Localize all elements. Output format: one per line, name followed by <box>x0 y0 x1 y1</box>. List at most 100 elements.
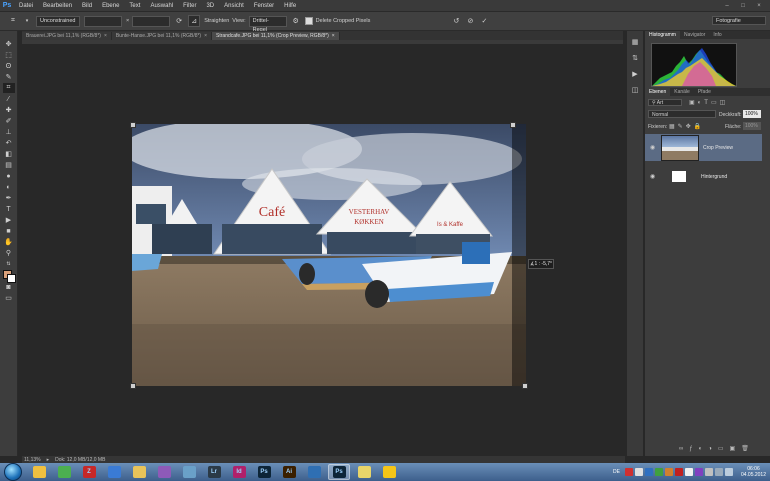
ratio-select[interactable]: Unconstrained <box>36 15 80 27</box>
taskbar-app-blue-button[interactable] <box>303 464 325 480</box>
stamp-tool-icon[interactable]: ⊥ <box>3 127 15 137</box>
path-select-tool-icon[interactable]: ▶ <box>3 215 15 225</box>
crop-tool-icon[interactable]: ⌗ <box>8 16 18 26</box>
taskbar-app-tools-button[interactable] <box>178 464 200 480</box>
tray-app-icon[interactable] <box>664 468 673 476</box>
eraser-tool-icon[interactable]: ◧ <box>3 149 15 159</box>
maximize-button[interactable]: □ <box>738 2 748 10</box>
taskbar-explorer-button[interactable] <box>28 464 50 480</box>
taskbar-photoshop-active-button[interactable]: Ps <box>328 464 350 480</box>
layer-row-hintergrund[interactable]: ◉ Hintergrund <box>645 163 762 190</box>
workspace-select[interactable]: Fotografie <box>712 16 766 25</box>
cancel-icon[interactable]: ⊘ <box>465 16 475 26</box>
eye-icon[interactable]: ◉ <box>650 173 657 180</box>
tab-kanaele[interactable]: Kanäle <box>670 88 694 96</box>
taskbar-lightroom-button[interactable]: Lr <box>203 464 225 480</box>
tray-app-icon[interactable] <box>684 468 693 476</box>
menu-fenster[interactable]: Fenster <box>249 3 279 9</box>
tray-app-icon[interactable] <box>624 468 633 476</box>
menu-datei[interactable]: Datei <box>14 3 38 9</box>
history-icon[interactable]: ▦ <box>630 37 640 47</box>
crop-handle-bottom-left[interactable] <box>130 383 136 389</box>
straighten-icon[interactable]: ⊿ <box>188 15 201 27</box>
zoom-tool-icon[interactable]: ⚲ <box>3 248 15 258</box>
status-menu-icon[interactable]: ▸ <box>47 457 50 463</box>
tray-app-icon[interactable] <box>694 468 703 476</box>
eye-icon[interactable]: ◉ <box>650 144 657 151</box>
menu-filter[interactable]: Filter <box>178 3 201 9</box>
tray-app-icon[interactable] <box>644 468 653 476</box>
tab-bunte-hanse[interactable]: Bunte-Hanse.JPG bei 11,1% (RGB/8*) × <box>111 32 213 40</box>
taskbar-filezilla-button[interactable]: Z <box>78 464 100 480</box>
menu-hilfe[interactable]: Hilfe <box>279 3 301 9</box>
layer-filter-select[interactable]: ⚲ Art <box>648 99 682 106</box>
clock[interactable]: 06:06 04.05.2012 <box>741 466 766 478</box>
healing-tool-icon[interactable]: ✚ <box>3 105 15 115</box>
tray-app-icon[interactable] <box>634 468 643 476</box>
width-field[interactable] <box>84 15 122 27</box>
quick-mask-icon[interactable]: ◙ <box>3 282 15 292</box>
zoom-level[interactable]: 11,13% <box>24 457 41 463</box>
tab-brauerei[interactable]: Brauerei.JPG bei 11,1% (RGB/8*) × <box>22 32 112 40</box>
color-swatches[interactable] <box>2 270 16 283</box>
menu-ansicht[interactable]: Ansicht <box>219 3 249 9</box>
actions-icon[interactable]: ▶ <box>630 69 640 79</box>
fill-field[interactable]: 100% <box>743 122 761 130</box>
opacity-field[interactable]: 100% <box>743 110 761 118</box>
taskbar-chrome-button[interactable] <box>53 464 75 480</box>
blur-tool-icon[interactable]: ● <box>3 171 15 181</box>
menu-3d[interactable]: 3D <box>201 3 219 9</box>
view-select[interactable]: Drittel-Regel <box>248 15 287 33</box>
tab-info[interactable]: Info <box>709 31 725 39</box>
taskbar-indesign-button[interactable]: Id <box>228 464 250 480</box>
taskbar-illustrator-button[interactable]: Ai <box>278 464 300 480</box>
shape-tool-icon[interactable]: ■ <box>3 226 15 236</box>
menu-bearbeiten[interactable]: Bearbeiten <box>38 3 77 9</box>
taskbar-folder2-button[interactable] <box>353 464 375 480</box>
tab-ebenen[interactable]: Ebenen <box>645 88 671 96</box>
commit-icon[interactable]: ✓ <box>479 16 489 26</box>
close-tab-icon[interactable]: × <box>104 32 107 40</box>
crop-handle-top-left[interactable] <box>130 122 136 128</box>
gear-icon[interactable]: ⚙ <box>291 16 301 26</box>
crop-handle-bottom-right[interactable] <box>522 383 528 389</box>
move-tool-icon[interactable]: ✥ <box>3 39 15 49</box>
start-button[interactable] <box>4 463 22 481</box>
taskbar-photoshop-button[interactable]: Ps <box>253 464 275 480</box>
tray-app-icon[interactable] <box>654 468 663 476</box>
type-tool-icon[interactable]: T <box>3 204 15 214</box>
menu-text[interactable]: Text <box>124 3 145 9</box>
background-color-swatch[interactable] <box>6 274 16 283</box>
delete-cropped-checkbox[interactable] <box>304 17 313 25</box>
tab-strandcafe[interactable]: Strandcafe.JPG bei 11,1% (Crop Preview, … <box>212 32 340 40</box>
gradient-tool-icon[interactable]: ▤ <box>3 160 15 170</box>
blend-mode-select[interactable]: Normal <box>648 110 716 118</box>
marquee-tool-icon[interactable]: ⬚ <box>3 50 15 60</box>
layer-row-crop-preview[interactable]: ◉ Crop Preview <box>645 134 762 161</box>
height-field[interactable] <box>132 15 171 27</box>
network-icon[interactable] <box>714 468 723 476</box>
hand-tool-icon[interactable]: ✋ <box>3 237 15 247</box>
screen-mode-icon[interactable]: ▭ <box>3 293 15 303</box>
quick-select-tool-icon[interactable]: ✎ <box>3 72 15 82</box>
taskbar-thunderbird-button[interactable] <box>103 464 125 480</box>
adjust-icon[interactable]: ⇅ <box>630 53 640 63</box>
tab-histogram[interactable]: Histogramm <box>645 31 680 39</box>
layers-footer-icons[interactable]: ∞ƒ◐◑▭▣🗑 <box>679 445 755 452</box>
taskbar-app-purple-button[interactable] <box>153 464 175 480</box>
tray-app-icon[interactable] <box>674 468 683 476</box>
language-indicator[interactable]: DE <box>613 469 620 475</box>
lock-icons[interactable]: ▦✎✥🔒 <box>669 123 704 130</box>
menu-bild[interactable]: Bild <box>77 3 97 9</box>
close-tab-icon[interactable]: × <box>204 32 207 40</box>
minimize-button[interactable]: – <box>722 2 732 10</box>
document-image[interactable]: Café VESTERHAV KØKKEN Is & Kaffe <box>132 124 526 386</box>
crop-tool-icon[interactable]: ⌗ <box>2 83 15 93</box>
tab-navigator[interactable]: Navigator <box>680 31 709 39</box>
taskbar-messenger-button[interactable] <box>378 464 400 480</box>
crop-handle-top-right[interactable] <box>510 122 516 128</box>
swap-dimensions[interactable]: × <box>126 18 129 24</box>
pen-tool-icon[interactable]: ✒ <box>3 193 15 203</box>
volume-icon[interactable] <box>724 468 733 476</box>
brush-tool-icon[interactable]: ✐ <box>3 116 15 126</box>
